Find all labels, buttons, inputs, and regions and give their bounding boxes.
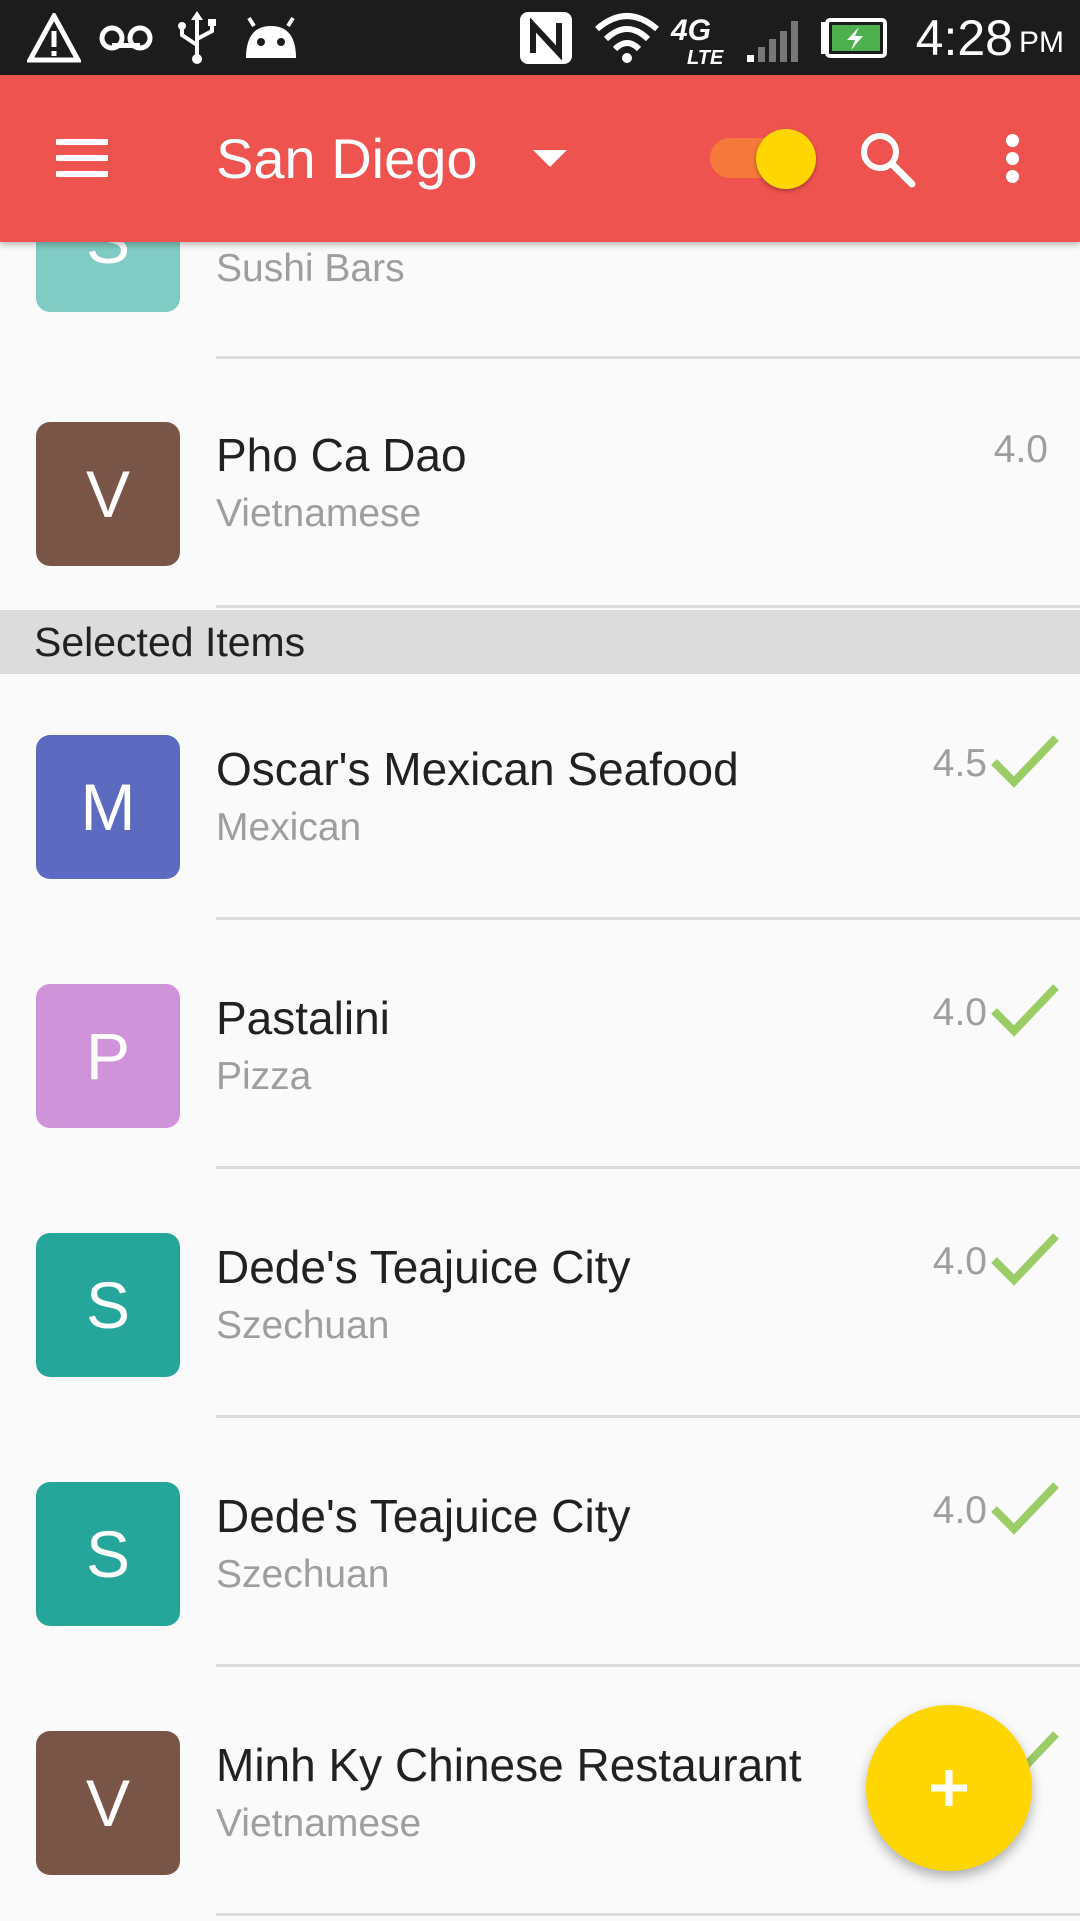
android-icon (240, 0, 302, 75)
check-icon (991, 735, 1059, 788)
toggle-switch[interactable] (708, 124, 818, 192)
avatar: V (36, 422, 180, 566)
check-icon (991, 984, 1059, 1037)
svg-text:LTE: LTE (687, 47, 724, 66)
item-title: Minh Ky Chinese Restaurant (216, 1739, 802, 1791)
avatar-letter: V (85, 1766, 131, 1840)
section-header: Selected Items (0, 610, 1080, 674)
item-title: Pho Ca Dao (216, 429, 467, 481)
avatar: S (36, 1482, 180, 1626)
4g-lte-icon: 4G LTE (668, 0, 732, 75)
check-icon (991, 1482, 1059, 1535)
status-bar: 4G LTE 4:28 PM (0, 0, 1080, 75)
item-title: Dede's Teajuice City (216, 1241, 631, 1293)
avatar-letter: P (85, 1019, 131, 1093)
item-rating: 4.0 (932, 991, 987, 1034)
switch-thumb (756, 129, 816, 189)
divider (216, 1415, 1080, 1418)
item-subtitle: Szechuan (216, 1553, 390, 1596)
search-icon[interactable] (856, 128, 920, 192)
divider (216, 1664, 1080, 1667)
list-item[interactable]: V Pho Ca Dao Vietnamese 4.0 (0, 358, 1080, 607)
item-subtitle: Szechuan (216, 1304, 390, 1347)
divider (216, 917, 1080, 920)
item-subtitle: Vietnamese (216, 1802, 422, 1845)
nfc-icon (516, 0, 576, 75)
svg-text:4G: 4G (670, 14, 711, 47)
list-item-selected[interactable]: M Oscar's Mexican Seafood Mexican 4.5 (0, 676, 1080, 925)
divider (216, 1166, 1080, 1169)
time-text: 4:28 (915, 9, 1013, 66)
item-rating: 4.0 (932, 1240, 987, 1283)
avatar: P (36, 984, 180, 1128)
avatar: S (36, 1233, 180, 1377)
avatar: M (36, 735, 180, 879)
dropdown-arrow-icon[interactable] (533, 150, 567, 167)
avatar: V (36, 1731, 180, 1875)
cell-signal-icon (744, 0, 808, 75)
item-title: Oscar's Mexican Seafood (216, 743, 739, 795)
list-item-selected[interactable]: S Dede's Teajuice City Szechuan 4.0 (0, 1423, 1080, 1672)
section-header-label: Selected Items (34, 618, 306, 665)
item-rating: 4.0 (932, 1489, 987, 1532)
item-title: Dede's Teajuice City (216, 1490, 631, 1542)
city-title[interactable]: San Diego (216, 75, 478, 242)
divider (216, 1913, 1080, 1916)
item-subtitle: Pizza (216, 1055, 312, 1098)
avatar-letter: V (85, 457, 131, 531)
clock: 4:28 PM (916, 0, 1064, 75)
restaurant-list: S Sushi Bars V Pho Ca Dao Vietnamese 4.0… (0, 0, 1080, 1920)
list-item-selected[interactable]: P Pastalini Pizza 4.0 (0, 925, 1080, 1174)
alert-triangle-icon (26, 0, 82, 75)
divider (216, 605, 1080, 608)
item-rating: 4.5 (932, 742, 987, 785)
avatar-letter: S (85, 1268, 131, 1342)
usb-icon (172, 0, 222, 75)
item-subtitle: Sushi Bars (216, 247, 405, 290)
more-vert-icon[interactable] (995, 128, 1031, 188)
check-icon (991, 1233, 1059, 1286)
item-rating: 4.0 (993, 428, 1048, 471)
menu-icon[interactable] (52, 133, 112, 183)
ampm-text: PM (1019, 25, 1064, 59)
voicemail-icon (98, 0, 154, 75)
battery-charging-icon (818, 0, 890, 75)
item-subtitle: Vietnamese (216, 492, 422, 535)
item-subtitle: Mexican (216, 806, 362, 849)
item-title: Pastalini (216, 992, 390, 1044)
avatar-letter: S (85, 1517, 131, 1591)
wifi-icon (592, 0, 662, 75)
add-button[interactable] (866, 1705, 1032, 1871)
add-icon (931, 1770, 967, 1806)
list-item-selected[interactable]: S Dede's Teajuice City Szechuan 4.0 (0, 1174, 1080, 1423)
avatar-letter: M (80, 770, 136, 844)
